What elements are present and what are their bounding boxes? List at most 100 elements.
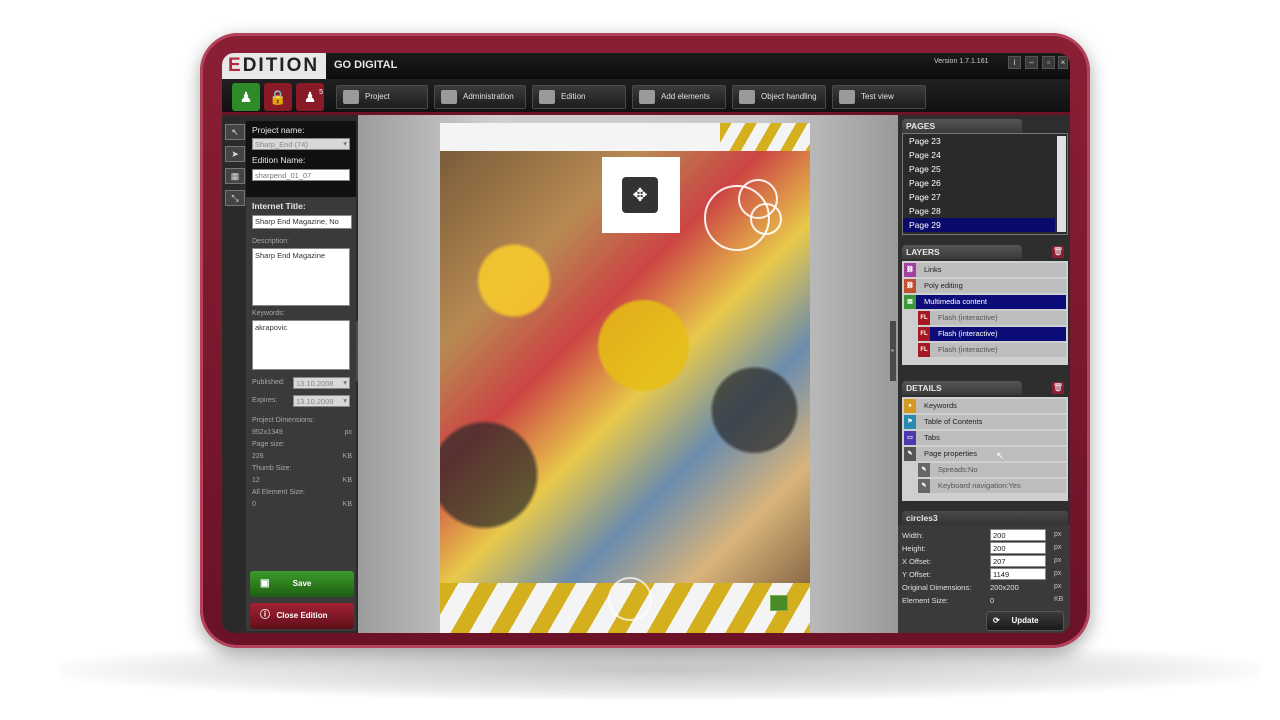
minimize-button[interactable]: – xyxy=(1025,56,1038,69)
flash-icon: FL xyxy=(918,311,930,325)
page-size-unit: KB xyxy=(342,453,352,460)
width-label: Width: xyxy=(902,531,924,540)
link-icon: ⛓ xyxy=(904,263,916,277)
project-dimensions-unit: px xyxy=(344,429,352,436)
logo-prefix: E xyxy=(228,55,243,76)
logo-text: DITION xyxy=(242,55,320,76)
detail-keywords[interactable]: ● Keywords xyxy=(904,399,1066,413)
layer-flash-3[interactable]: FL Flash (interactive) xyxy=(918,343,1066,357)
add-elements-tab[interactable]: Add elements xyxy=(632,85,726,109)
tabs-icon: ▭ xyxy=(904,431,916,445)
save-button[interactable]: ▣ Save xyxy=(250,571,354,597)
description-field[interactable]: Sharp End Magazine xyxy=(252,248,350,306)
flash-icon: FL xyxy=(918,327,930,341)
select-arrow-icon[interactable]: ↖ xyxy=(225,124,245,140)
edition-properties-panel: Project name: Sharp_End (74) Edition Nam… xyxy=(246,121,356,631)
edition-name-field[interactable]: sharpend_01_07 xyxy=(252,169,350,181)
administration-tab[interactable]: Administration xyxy=(434,85,526,109)
layer-links[interactable]: ⛓ Links xyxy=(904,263,1066,277)
page-item-selected[interactable]: Page 29 xyxy=(903,218,1055,232)
thumb-size-label: Thumb Size: xyxy=(252,465,292,472)
detail-keyboard-navigation[interactable]: ✎ Keyboard navigation:Yes xyxy=(918,479,1066,493)
minimize-icon: – xyxy=(1029,58,1034,67)
y-offset-field[interactable]: 1149 xyxy=(990,568,1046,580)
user-button[interactable]: ♟ xyxy=(232,83,260,111)
element-name-header: circles3 xyxy=(902,511,1068,525)
original-dimensions-unit: px xyxy=(1054,583,1062,590)
pen-icon xyxy=(639,89,655,104)
details-list: ● Keywords ⚑ Table of Contents ▭ Tabs ✎ Page… xyxy=(902,397,1068,501)
pages-list: Page 23 Page 24 Page 25 Page 26 Page 27 … xyxy=(902,133,1068,235)
detail-spreads[interactable]: ✎ Spreads:No xyxy=(918,463,1066,477)
object-handling-tab[interactable]: Object handling xyxy=(732,85,826,109)
project-name-field[interactable]: Sharp_End (74) xyxy=(252,138,350,150)
info-button[interactable]: i xyxy=(1008,56,1021,69)
project-tab[interactable]: Project xyxy=(336,85,428,109)
expires-label: Expires: xyxy=(252,397,278,404)
marquee-icon[interactable]: ▦ xyxy=(225,168,245,184)
expires-date-field[interactable]: 13.10.2009 xyxy=(293,395,350,407)
internet-title-field[interactable]: Sharp End Magazine, No xyxy=(252,215,352,229)
original-dimensions-value: 200x200 xyxy=(990,583,1019,592)
x-offset-field[interactable]: 207 xyxy=(990,555,1046,567)
tools-icon: ✎ xyxy=(904,447,916,461)
height-unit: px xyxy=(1054,544,1062,551)
width-unit: px xyxy=(1054,531,1062,538)
element-size-value: 0 xyxy=(990,596,995,605)
lock-button[interactable]: 🔒 xyxy=(264,83,292,111)
layer-flash-2[interactable]: FL Flash (interactive) xyxy=(918,327,1066,341)
lock-icon: 🔒 xyxy=(269,89,287,105)
page-canvas: ✥ xyxy=(358,115,898,633)
transform-icon[interactable]: ⤡ xyxy=(225,190,245,206)
update-button[interactable]: ⟳ Update xyxy=(986,611,1064,631)
link-icon: ⛓ xyxy=(904,279,916,293)
y-offset-label: Y Offset: xyxy=(902,570,931,579)
edition-tab[interactable]: Edition xyxy=(532,85,626,109)
pointer-icon[interactable]: ➤ xyxy=(225,146,245,162)
page-item[interactable]: Page 25 xyxy=(903,162,1067,176)
test-view-tab[interactable]: Test view xyxy=(832,85,926,109)
layer-flash-1[interactable]: FL Flash (interactive) xyxy=(918,311,1066,325)
tools-column: ↖ ➤ ▦ ⤡ xyxy=(222,118,245,633)
refresh-icon: ⟳ xyxy=(993,616,1000,625)
app-logo: EDITION xyxy=(222,53,326,79)
circles-element-bottom[interactable] xyxy=(608,577,652,621)
x-offset-label: X Offset: xyxy=(902,557,932,566)
project-name-label: Project name: xyxy=(252,125,305,135)
maximize-button[interactable]: ▫ xyxy=(1042,56,1055,69)
edit-icon: ✎ xyxy=(918,463,930,477)
edition-name-label: Edition Name: xyxy=(252,155,306,165)
detail-page-properties[interactable]: ✎ Page properties xyxy=(904,447,1066,461)
height-field[interactable]: 200 xyxy=(990,542,1046,554)
thumb-size-unit: KB xyxy=(342,477,352,484)
page-item[interactable]: Page 28 xyxy=(903,204,1067,218)
close-edition-button[interactable]: ⓘ Close Edition xyxy=(250,603,354,629)
close-button[interactable]: × xyxy=(1058,56,1068,69)
page-item[interactable]: Page 24 xyxy=(903,148,1067,162)
published-date-field[interactable]: 13.10.2008 xyxy=(293,377,350,389)
keywords-field[interactable]: akrapovic xyxy=(252,320,350,370)
trash-icon: 🗑 xyxy=(1052,247,1064,256)
pages-scrollbar[interactable] xyxy=(1057,136,1066,232)
layer-multimedia-content[interactable]: ▤ Multimedia content xyxy=(904,295,1066,309)
details-header: DETAILS xyxy=(902,381,1022,395)
layer-poly-editing[interactable]: ⛓ Poly editing xyxy=(904,279,1066,293)
details-delete-button[interactable]: 🗑 xyxy=(1052,382,1064,394)
main-toolbar: ♟ 🔒 ♟ 5 Project Administration Edition Ad… xyxy=(222,79,1070,115)
page-item[interactable]: Page 23 xyxy=(903,134,1067,148)
page-item[interactable]: Page 26 xyxy=(903,176,1067,190)
detail-table-of-contents[interactable]: ⚑ Table of Contents xyxy=(904,415,1066,429)
published-label: Published: xyxy=(252,379,285,386)
internet-title-label: Internet Title: xyxy=(252,201,306,211)
users-button[interactable]: ♟ 5 xyxy=(296,83,324,111)
move-handle-box[interactable]: ✥ xyxy=(602,157,680,233)
green-marker-icon[interactable] xyxy=(770,595,788,611)
layers-delete-button[interactable]: 🗑 xyxy=(1052,246,1064,258)
right-splitter-handle[interactable]: ▸ xyxy=(890,321,896,381)
page-item[interactable]: Page 27 xyxy=(903,190,1067,204)
detail-tabs[interactable]: ▭ Tabs xyxy=(904,431,1066,445)
width-field[interactable]: 200 xyxy=(990,529,1046,541)
pages-header: PAGES xyxy=(902,119,1022,133)
app-tagline: GO DIGITAL xyxy=(334,59,398,71)
device-frame: EDITION GO DIGITAL Version 1.7.1.161 i –… xyxy=(200,33,1090,648)
